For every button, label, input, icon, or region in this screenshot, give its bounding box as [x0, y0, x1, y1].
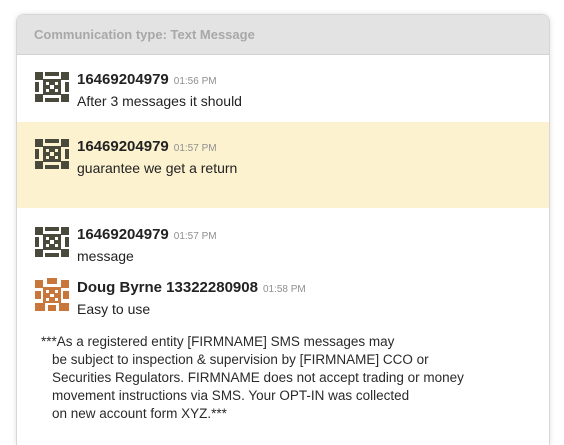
message-time: 01:57 PM — [173, 143, 217, 154]
sms-identicon-icon — [33, 137, 71, 171]
communication-panel: Communication type: Text Message 1646920… — [16, 14, 550, 445]
message-text: message — [77, 248, 134, 264]
disclaimer-line: on new account form XYZ.*** — [52, 406, 227, 421]
sender-line: 16469204979 01:57 PM — [77, 226, 217, 244]
user-identicon-icon — [33, 278, 71, 312]
sender-name: 16469204979 — [77, 226, 169, 243]
message-item: 16469204979 01:56 PM After 3 messages it … — [17, 55, 549, 121]
message-time: 01:58 PM — [262, 284, 306, 295]
message-time: 01:57 PM — [173, 231, 217, 242]
message-text: After 3 messages it should — [77, 93, 242, 109]
sender-name: Doug Byrne 13322280908 — [77, 279, 258, 296]
disclaimer-line: movement instructions via SMS. Your OPT-… — [52, 388, 410, 403]
sender-name: 16469204979 — [77, 71, 169, 88]
sender-line: 16469204979 01:57 PM — [77, 138, 217, 156]
sms-identicon-icon — [33, 225, 71, 259]
message-item: Doug Byrne 13322280908 01:58 PM Easy to u… — [17, 268, 549, 326]
message-item: 16469204979 01:57 PM message — [17, 208, 549, 268]
disclaimer-line: ***As a registered entity [FIRMNAME] SMS… — [41, 334, 395, 349]
disclaimer-line: be subject to inspection & supervision b… — [52, 352, 429, 367]
panel-header: Communication type: Text Message — [17, 15, 549, 55]
sms-identicon-icon — [33, 70, 71, 104]
message-time: 01:56 PM — [173, 76, 217, 87]
message-item-highlighted: 16469204979 01:57 PM guarantee we get a r… — [17, 122, 549, 208]
sender-name: 16469204979 — [77, 138, 169, 155]
message-text: Easy to use — [77, 301, 151, 317]
disclaimer-line: Securities Regulators. FIRMNAME does not… — [52, 370, 464, 385]
sender-line: 16469204979 01:56 PM — [77, 71, 217, 89]
sender-line: Doug Byrne 13322280908 01:58 PM — [77, 279, 306, 297]
compliance-disclaimer: ***As a registered entity [FIRMNAME] SMS… — [41, 333, 531, 423]
message-text: guarantee we get a return — [77, 160, 238, 176]
